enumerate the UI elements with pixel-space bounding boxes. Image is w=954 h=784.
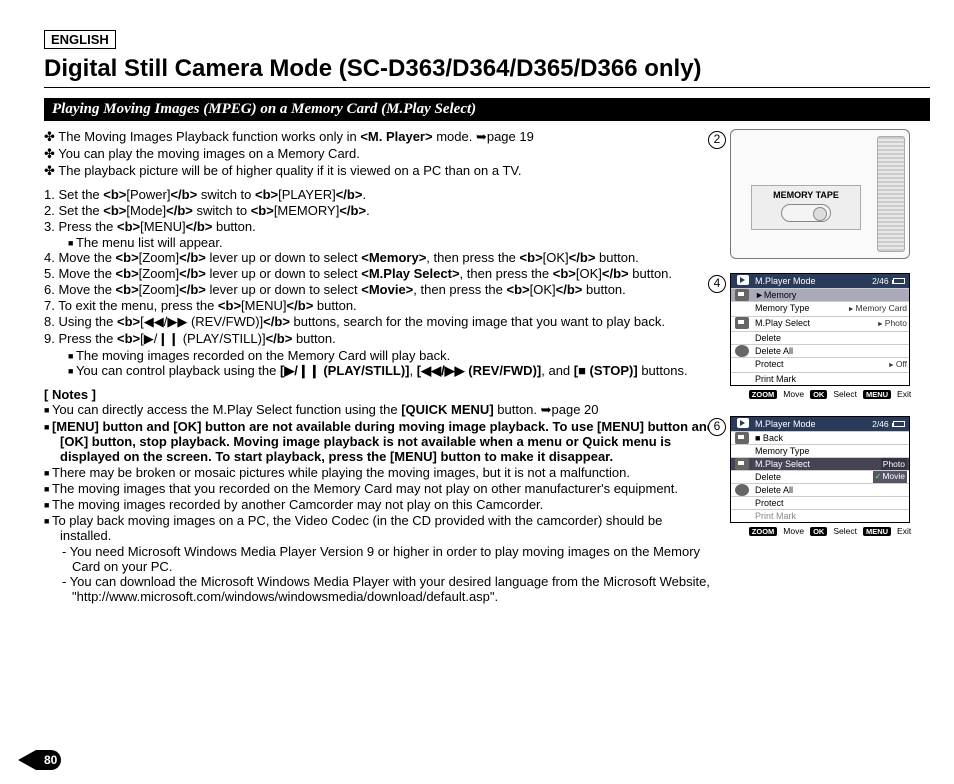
menu-key-icon: MENU xyxy=(863,390,891,399)
menu-item: Delete xyxy=(731,331,909,344)
step-item: 6. Move the <b>[Zoom]</b> lever up or do… xyxy=(44,282,716,297)
menu-footer-6: ZOOMMove OKSelect MENUExit xyxy=(730,523,930,539)
menu-item-value: Memory Card xyxy=(848,302,907,316)
menu-header: M.Player Mode2/46 xyxy=(731,417,909,431)
camera-mode-switch: MEMORY TAPE xyxy=(751,185,861,230)
menu-item: Print Mark xyxy=(731,509,909,522)
step-subitem: The menu list will appear. xyxy=(44,235,716,250)
step-marker-4: 4 xyxy=(708,275,726,293)
section-subtitle: Playing Moving Images (MPEG) on a Memory… xyxy=(44,98,930,121)
menu-key-icon: MENU xyxy=(863,527,891,536)
diagram-column: 2 MEMORY TAPE 4 M.Player Mode2/46 ►Memor… xyxy=(730,129,930,604)
note-subitem: - You can download the Microsoft Windows… xyxy=(44,574,716,604)
camera-grip-icon xyxy=(877,136,905,252)
menu-item-label: M.Play Select xyxy=(755,317,877,331)
menu-side-icon xyxy=(735,484,749,496)
play-mode-icon xyxy=(737,275,749,285)
step-item: 3. Press the <b>[MENU]</b> button. xyxy=(44,219,716,234)
step-subitem: The moving images recorded on the Memory… xyxy=(44,348,716,363)
language-badge: ENGLISH xyxy=(44,30,116,49)
step-item: 9. Press the <b>[▶/❙❙ (PLAY/STILL)]</b> … xyxy=(44,331,716,347)
main-text-column: The Moving Images Playback function work… xyxy=(44,129,716,604)
intro-item: You can play the moving images on a Memo… xyxy=(44,146,716,162)
notes-heading: [ Notes ] xyxy=(44,387,716,402)
menu-item: ■ Back xyxy=(731,431,909,444)
menu-side-icon xyxy=(735,289,749,301)
note-item: [MENU] button and [OK] button are not av… xyxy=(44,419,716,464)
menu-header: M.Player Mode2/46 xyxy=(731,274,909,288)
ok-key-icon: OK xyxy=(810,527,827,536)
menu-screen-6: M.Player Mode2/46 ■ BackMemory TypeM.Pla… xyxy=(730,416,910,523)
ok-key-icon: OK xyxy=(810,390,827,399)
notes-list: You can directly access the M.Play Selec… xyxy=(44,402,716,604)
menu-side-icon xyxy=(735,345,749,357)
menu-item-label: Print Mark xyxy=(755,510,907,522)
play-mode-icon xyxy=(737,418,749,428)
step-subitem: You can control playback using the [▶/❙❙… xyxy=(44,363,716,379)
menu-option: Photo xyxy=(881,458,907,470)
menu-item-label: ■ Back xyxy=(755,432,907,444)
battery-icon xyxy=(893,278,905,284)
intro-item: The Moving Images Playback function work… xyxy=(44,129,716,145)
menu-item-label: ►Memory xyxy=(755,289,907,301)
diagram-step-4: 4 M.Player Mode2/46 ►MemoryMemory TypeMe… xyxy=(730,273,930,402)
menu-item-label: Delete All xyxy=(755,345,907,357)
menu-item-label: Protect xyxy=(755,497,907,509)
note-item: The moving images recorded by another Ca… xyxy=(44,497,716,512)
menu-item-label: Delete xyxy=(755,471,907,483)
switch-icon xyxy=(781,204,831,222)
battery-icon xyxy=(893,421,905,427)
mode-switch-label: MEMORY TAPE xyxy=(773,190,839,200)
menu-item: Delete All xyxy=(731,483,909,496)
zoom-key-icon: ZOOM xyxy=(749,390,778,399)
note-item: You can directly access the M.Play Selec… xyxy=(44,402,716,418)
menu-item: Delete All xyxy=(731,344,909,357)
step-item: 2. Set the <b>[Mode]</b> switch to <b>[M… xyxy=(44,203,716,218)
camera-illustration: MEMORY TAPE xyxy=(730,129,910,259)
menu-item: M.Play SelectPhoto xyxy=(731,316,909,331)
intro-item: The playback picture will be of higher q… xyxy=(44,163,716,179)
image-counter: 2/46 xyxy=(872,418,905,430)
diagram-step-6: 6 M.Player Mode2/46 ■ BackMemory TypeM.P… xyxy=(730,416,930,539)
menu-item: M.Play SelectPhotoMovie xyxy=(731,457,909,470)
menu-item-label: Delete xyxy=(755,332,907,344)
menu-item: Print Mark xyxy=(731,372,909,385)
menu-item-label: Print Mark xyxy=(755,373,907,385)
page-title: Digital Still Camera Mode (SC-D363/D364/… xyxy=(44,55,930,88)
menu-side-icon xyxy=(735,317,749,329)
menu-screen-4: M.Player Mode2/46 ►MemoryMemory TypeMemo… xyxy=(730,273,910,386)
menu-item-label: Protect xyxy=(755,358,888,372)
menu-item-label: Delete All xyxy=(755,484,907,496)
step-marker-6: 6 xyxy=(708,418,726,436)
steps-list: 1. Set the <b>[Power]</b> switch to <b>[… xyxy=(44,187,716,379)
menu-item: Memory TypeMemory Card xyxy=(731,301,909,316)
note-item: There may be broken or mosaic pictures w… xyxy=(44,465,716,480)
diagram-step-2: 2 MEMORY TAPE xyxy=(730,129,930,259)
menu-side-icon xyxy=(735,432,749,444)
step-item: 8. Using the <b>[◀◀/▶▶ (REV/FWD)]</b> bu… xyxy=(44,314,716,330)
menu-side-icon xyxy=(735,458,749,470)
menu-item-label: Memory Type xyxy=(755,445,907,457)
step-marker-2: 2 xyxy=(708,131,726,149)
menu-item: Delete xyxy=(731,470,909,483)
note-item: The moving images that you recorded on t… xyxy=(44,481,716,496)
menu-item: Protect xyxy=(731,496,909,509)
step-item: 1. Set the <b>[Power]</b> switch to <b>[… xyxy=(44,187,716,202)
menu-item-value: Photo xyxy=(877,317,907,331)
image-counter: 2/46 xyxy=(872,275,905,287)
menu-footer-4: ZOOMMove OKSelect MENUExit xyxy=(730,386,930,402)
page-number-badge: 80 xyxy=(36,750,61,770)
step-item: 7. To exit the menu, press the <b>[MENU]… xyxy=(44,298,716,313)
zoom-key-icon: ZOOM xyxy=(749,527,778,536)
note-item: To play back moving images on a PC, the … xyxy=(44,513,716,543)
note-subitem: - You need Microsoft Windows Media Playe… xyxy=(44,544,716,574)
menu-item: ►Memory xyxy=(731,288,909,301)
intro-list: The Moving Images Playback function work… xyxy=(44,129,716,179)
menu-item: ProtectOff xyxy=(731,357,909,372)
menu-item-value: Off xyxy=(888,358,907,372)
menu-item: Memory Type xyxy=(731,444,909,457)
step-item: 5. Move the <b>[Zoom]</b> lever up or do… xyxy=(44,266,716,281)
step-item: 4. Move the <b>[Zoom]</b> lever up or do… xyxy=(44,250,716,265)
menu-item-label: Memory Type xyxy=(755,302,848,316)
